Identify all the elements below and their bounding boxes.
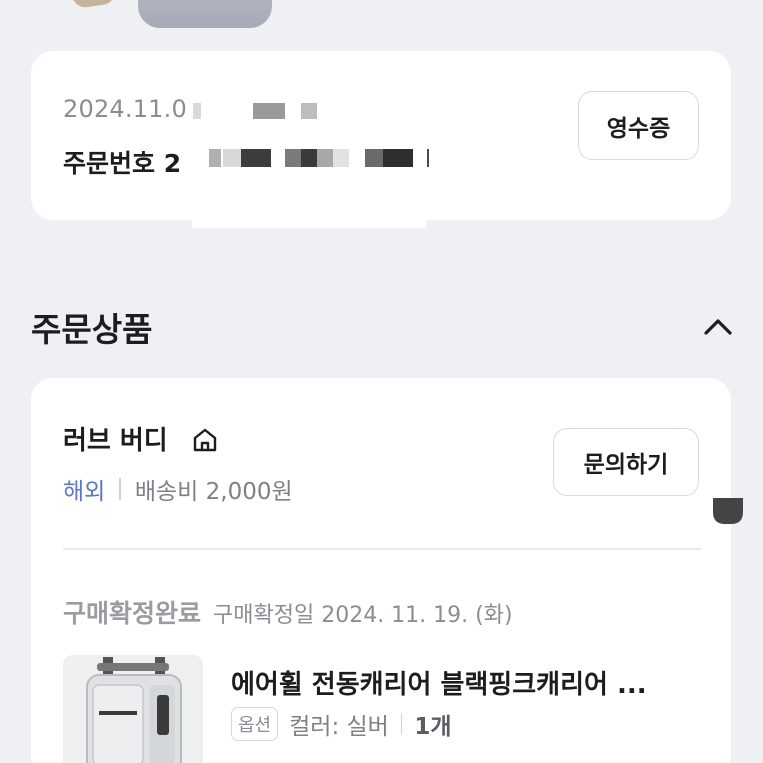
product-name[interactable]: 에어휠 전동캐리어 블랙핑크캐리어 ... bbox=[231, 664, 647, 701]
redaction-block bbox=[193, 103, 201, 119]
confirm-date: 구매확정일 2024. 11. 19. (화) bbox=[213, 603, 513, 628]
redaction-block bbox=[223, 149, 241, 167]
purchase-status: 구매확정완료 bbox=[63, 599, 202, 628]
product-option-row: 옵션 컬러: 실버 1개 bbox=[231, 707, 452, 741]
purchase-status-row: 구매확정완료 구매확정일 2024. 11. 19. (화) bbox=[63, 594, 513, 630]
redaction-block bbox=[383, 149, 413, 167]
order-products-card: 러브 버디 해외 배송비 2,000원 문의하기 구매확정완료 구매확정일 20… bbox=[31, 378, 731, 763]
redaction-block bbox=[285, 149, 301, 167]
option-badge: 옵션 bbox=[231, 707, 279, 741]
redaction-block bbox=[301, 149, 317, 167]
redaction-strip bbox=[192, 212, 426, 228]
seller-meta: 해외 배송비 2,000원 bbox=[63, 472, 293, 506]
shipping-fee: 배송비 2,000원 bbox=[134, 479, 293, 505]
overseas-label: 해외 bbox=[63, 479, 106, 505]
redaction-block bbox=[209, 149, 221, 167]
divider bbox=[400, 713, 403, 735]
product-image[interactable] bbox=[63, 655, 203, 763]
sweater-image bbox=[138, 0, 272, 28]
redaction-block bbox=[333, 149, 349, 167]
order-number: 주문번호 2 bbox=[63, 149, 182, 178]
quantity: 1개 bbox=[414, 714, 452, 740]
redaction-block bbox=[365, 149, 383, 167]
option-value: 컬러: 실버 bbox=[289, 714, 389, 740]
floating-handle-icon[interactable] bbox=[713, 498, 743, 524]
section-title: 주문상품 bbox=[31, 310, 153, 349]
home-icon[interactable] bbox=[191, 426, 219, 454]
inquiry-button[interactable]: 문의하기 bbox=[553, 428, 699, 496]
section-divider bbox=[63, 548, 701, 550]
top-image-crop bbox=[0, 0, 763, 40]
chevron-up-icon[interactable] bbox=[702, 314, 734, 338]
previous-item-image bbox=[70, 0, 118, 9]
order-date: 2024.11.0 bbox=[63, 95, 187, 123]
divider bbox=[119, 478, 121, 500]
redaction-block bbox=[427, 149, 429, 167]
redaction-block bbox=[301, 103, 317, 119]
suitcase-image bbox=[63, 655, 203, 763]
seller-name[interactable]: 러브 버디 bbox=[63, 420, 168, 457]
redaction-block bbox=[253, 103, 285, 119]
receipt-button[interactable]: 영수증 bbox=[578, 91, 699, 160]
redaction-block bbox=[317, 149, 333, 167]
order-info-card: 2024.11.0 주문번호 2 영수증 bbox=[31, 51, 731, 220]
redaction-block bbox=[241, 149, 271, 167]
